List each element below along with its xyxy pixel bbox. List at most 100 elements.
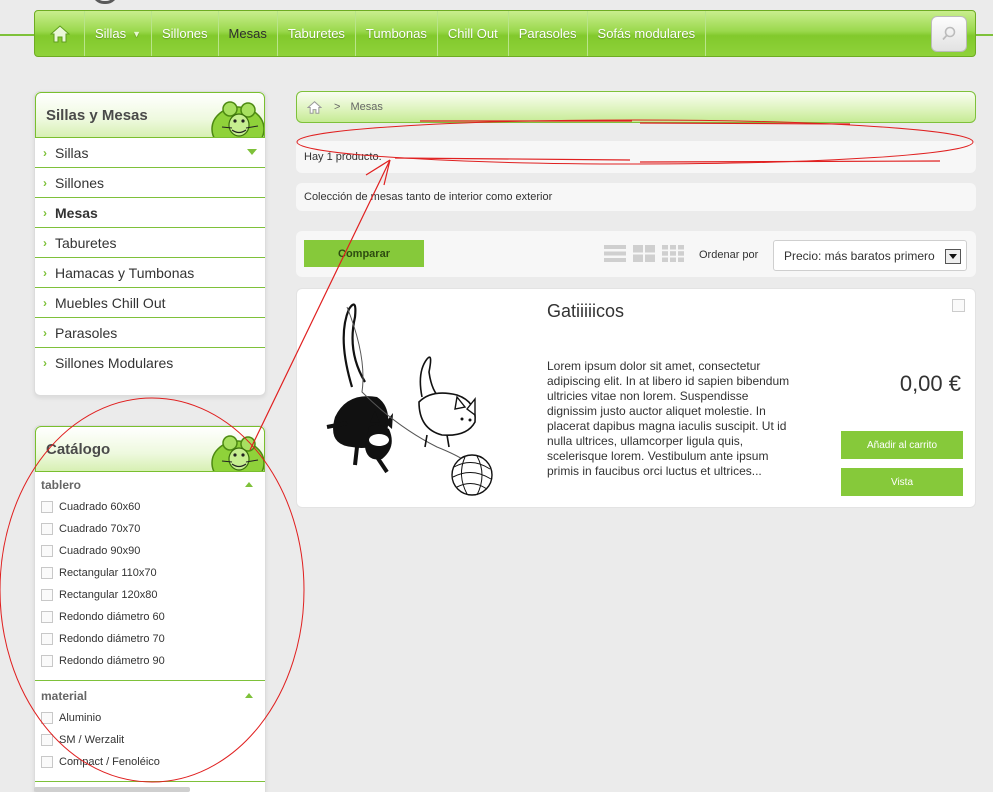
chevron-up-icon[interactable]	[245, 693, 253, 698]
filter-group-material: material Aluminio SM / Werzalit Compact …	[35, 681, 265, 782]
nav-home[interactable]	[35, 11, 85, 56]
filter-option[interactable]: Redondo diámetro 60	[35, 606, 265, 628]
filter-option-label: Redondo diámetro 90	[59, 655, 165, 667]
filter-checkbox[interactable]	[41, 633, 53, 645]
nav-item-label: Sillones	[162, 26, 208, 41]
filter-option[interactable]: Compact / Fenoléico	[35, 751, 265, 773]
compare-checkbox[interactable]	[952, 299, 965, 312]
filter-option[interactable]: Rectangular 120x80	[35, 584, 265, 606]
filter-checkbox[interactable]	[41, 501, 53, 513]
catalog-title-bar: Catálogo	[35, 426, 265, 472]
category-item-muebles-chill-out[interactable]: › Muebles Chill Out	[35, 288, 265, 318]
filter-option[interactable]: SM / Werzalit	[35, 729, 265, 751]
filter-option-label: Cuadrado 70x70	[59, 523, 141, 535]
chevron-down-icon[interactable]	[247, 149, 257, 155]
filter-head-tablero[interactable]: tablero	[35, 476, 265, 496]
filter-option[interactable]: Cuadrado 90x90	[35, 540, 265, 562]
chevron-right-icon: ›	[43, 265, 47, 280]
categories-title: Sillas y Mesas	[46, 106, 148, 124]
nav-item-taburetes[interactable]: Taburetes	[278, 11, 356, 56]
category-item-mesas[interactable]: › Mesas	[35, 198, 265, 228]
view-toggles	[604, 245, 684, 262]
list-view-icon[interactable]	[604, 245, 626, 262]
categories-block: Sillas y Mesas › Sillas › Sillones › Mesas …	[34, 91, 266, 396]
home-icon[interactable]	[307, 100, 322, 114]
category-label: Mesas	[55, 204, 98, 221]
results-count-bar: Hay 1 producto.	[296, 141, 976, 173]
filter-checkbox[interactable]	[41, 655, 53, 667]
category-item-taburetes[interactable]: › Taburetes	[35, 228, 265, 258]
category-label: Sillones Modulares	[55, 355, 174, 371]
product-price: 0,00 €	[899, 371, 961, 396]
filter-checkbox[interactable]	[41, 589, 53, 601]
nav-item-parasoles[interactable]: Parasoles	[509, 11, 588, 56]
breadcrumb-separator: >	[334, 101, 341, 113]
filter-checkbox[interactable]	[41, 756, 53, 768]
filter-option-label: Compact / Fenoléico	[59, 756, 160, 768]
nav-item-sillones[interactable]: Sillones	[152, 11, 219, 56]
filter-option[interactable]: Redondo diámetro 70	[35, 628, 265, 650]
filter-checkbox[interactable]	[41, 567, 53, 579]
category-item-sillas[interactable]: › Sillas	[35, 138, 265, 168]
grid-view-icon[interactable]	[633, 245, 655, 262]
small-grid-view-icon[interactable]	[662, 245, 684, 262]
product-description: Lorem ipsum dolor sit amet, consectetur …	[547, 359, 790, 478]
sort-label: Ordenar por	[699, 249, 759, 261]
nav-item-mesas[interactable]: Mesas	[219, 11, 278, 56]
chevron-right-icon: ›	[43, 235, 47, 250]
chevron-right-icon: ›	[43, 145, 47, 160]
filter-option-label: SM / Werzalit	[59, 734, 125, 746]
filter-option[interactable]: Aluminio	[35, 707, 265, 729]
search-button[interactable]	[931, 16, 967, 52]
category-item-parasoles[interactable]: › Parasoles	[35, 318, 265, 348]
product-name[interactable]: Gatiiiiicos	[547, 301, 624, 322]
product-toolbar: Comparar Ordenar por Precio: más baratos…	[296, 231, 976, 277]
filter-group-tablero: tablero Cuadrado 60x60 Cuadrado 70x70 Cu…	[35, 472, 265, 681]
filter-option[interactable]: Cuadrado 70x70	[35, 518, 265, 540]
filter-option-label: Rectangular 110x70	[59, 567, 157, 579]
compare-button[interactable]: Comparar	[304, 240, 424, 267]
category-description: Colección de mesas tanto de interior com…	[304, 191, 553, 203]
nav-item-label: Sillas	[95, 26, 127, 41]
filter-option[interactable]: Redondo diámetro 90	[35, 650, 265, 672]
filter-option-label: Redondo diámetro 70	[59, 633, 165, 645]
filter-checkbox[interactable]	[41, 734, 53, 746]
filter-checkbox[interactable]	[41, 523, 53, 535]
product-image[interactable]	[307, 297, 507, 502]
filter-name: tablero	[41, 478, 82, 492]
categories-title-bar: Sillas y Mesas	[35, 92, 265, 138]
category-label: Sillas	[55, 144, 89, 161]
breadcrumb: > Mesas	[296, 91, 976, 123]
home-icon	[49, 24, 70, 42]
nav-item-sillas[interactable]: Sillas ▼	[85, 11, 152, 56]
filter-option[interactable]: Cuadrado 60x60	[35, 496, 265, 518]
nav-item-sofas-modulares[interactable]: Sofás modulares	[588, 11, 707, 56]
sort-select[interactable]: Precio: más baratos primero	[773, 240, 967, 271]
category-description-bar: Colección de mesas tanto de interior com…	[296, 183, 976, 211]
chevron-up-icon[interactable]	[245, 482, 253, 487]
category-item-sillones[interactable]: › Sillones	[35, 168, 265, 198]
category-item-sillones-modulares[interactable]: › Sillones Modulares	[35, 348, 265, 378]
sort-value: Precio: más baratos primero	[784, 248, 935, 263]
nav-item-label: Mesas	[228, 26, 267, 41]
chevron-down-icon[interactable]	[945, 249, 961, 264]
breadcrumb-current: Mesas	[350, 101, 383, 113]
filter-checkbox[interactable]	[41, 712, 53, 724]
category-item-hamacas-y-tumbonas[interactable]: › Hamacas y Tumbonas	[35, 258, 265, 288]
filter-option-label: Aluminio	[59, 712, 102, 724]
filter-option[interactable]: Rectangular 110x70	[35, 562, 265, 584]
search-icon	[942, 26, 956, 41]
filter-checkbox[interactable]	[41, 545, 53, 557]
filter-checkbox[interactable]	[41, 611, 53, 623]
category-label: Taburetes	[55, 234, 117, 251]
filter-option-label: Redondo diámetro 60	[59, 611, 165, 623]
add-to-cart-button[interactable]: Añadir al carrito	[841, 431, 963, 459]
view-button[interactable]: Vista	[841, 468, 963, 496]
catalog-title: Catálogo	[46, 440, 111, 458]
horizontal-scrollbar[interactable]	[34, 787, 190, 792]
filter-head-material[interactable]: material	[35, 687, 265, 707]
logo-fragment	[92, 0, 118, 4]
nav-item-chill-out[interactable]: Chill Out	[438, 11, 509, 56]
nav-item-tumbonas[interactable]: Tumbonas	[356, 11, 438, 56]
nav-item-label: Taburetes	[287, 26, 345, 41]
